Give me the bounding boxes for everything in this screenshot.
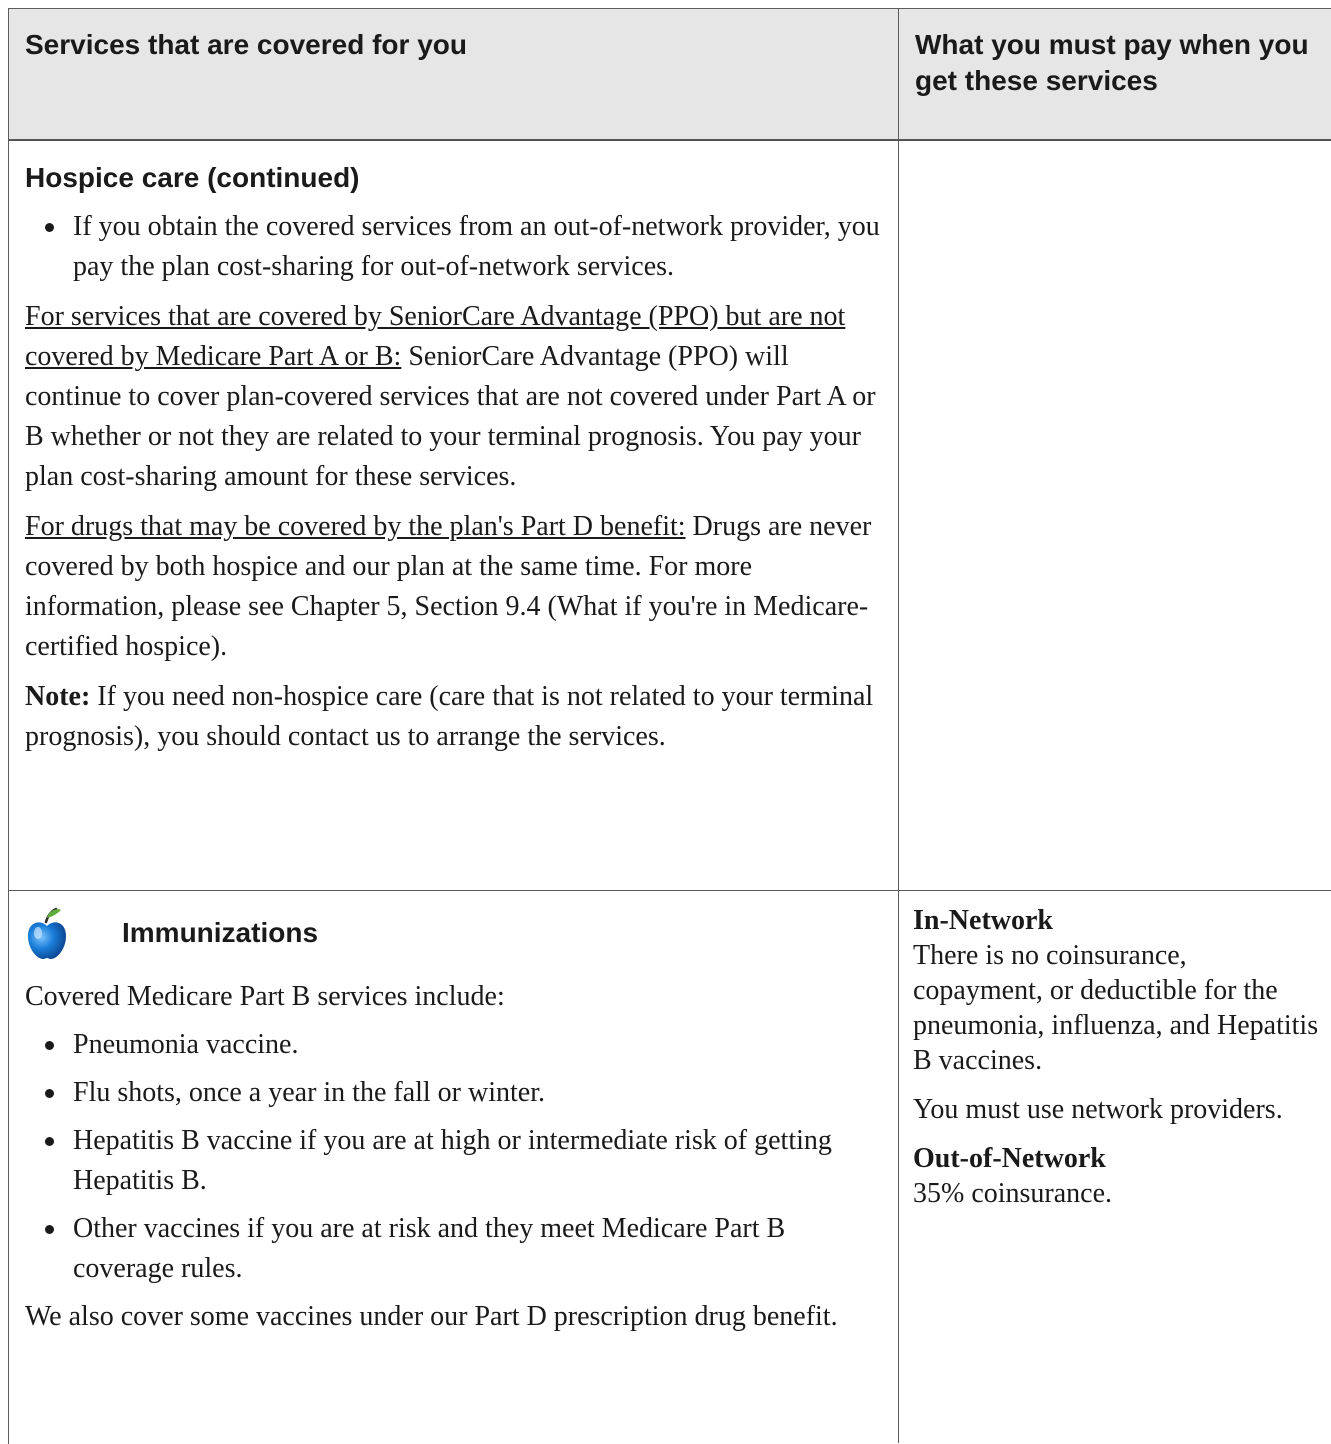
immunizations-services-cell: Immunizations Covered Medicare Part B se…	[9, 891, 899, 1443]
apple-icon	[28, 907, 66, 959]
bullet-dot	[45, 1225, 54, 1234]
hospice-payment-cell	[899, 141, 1331, 890]
hospice-bullet-text: If you obtain the covered services from …	[73, 211, 880, 282]
immunizations-payment-cell: In-Network There is no coinsurance, copa…	[899, 891, 1331, 1443]
list-item: If you obtain the covered services from …	[25, 207, 882, 287]
immunizations-title: Immunizations	[122, 917, 319, 948]
immunizations-bullet-text: Flu shots, once a year in the fall or wi…	[73, 1077, 545, 1108]
hospice-paragraph-part-d-heading: For drugs that may be covered by the pla…	[25, 511, 686, 542]
note-label: Note:	[25, 681, 91, 712]
list-item: Other vaccines if you are at risk and th…	[25, 1209, 882, 1289]
immunizations-bullet-text: Pneumonia vaccine.	[73, 1029, 299, 1060]
hospice-paragraph-part-d: For drugs that may be covered by the pla…	[25, 507, 882, 667]
bullet-dot	[45, 1089, 54, 1098]
header-payment-label: What you must pay when you get these ser…	[915, 29, 1309, 96]
header-services-label: Services that are covered for you	[25, 29, 467, 60]
in-network-text: There is no coinsurance, copayment, or d…	[913, 940, 1319, 1076]
immunizations-bullet-text: Other vaccines if you are at risk and th…	[73, 1213, 786, 1284]
list-item: Pneumonia vaccine.	[25, 1025, 882, 1065]
benefits-table: Services that are covered for you What y…	[8, 8, 1331, 1444]
header-cell-services: Services that are covered for you	[9, 9, 899, 139]
immunizations-bullet-text: Hepatitis B vaccine if you are at high o…	[73, 1125, 832, 1196]
note-text: If you need non-hospice care (care that …	[25, 681, 874, 752]
table-row-immunizations: Immunizations Covered Medicare Part B se…	[9, 891, 1331, 1443]
list-item: Flu shots, once a year in the fall or wi…	[25, 1073, 882, 1113]
table-header-row: Services that are covered for you What y…	[9, 9, 1331, 141]
in-network-note: You must use network providers.	[913, 1094, 1283, 1125]
hospice-paragraph-non-medicare: For services that are covered by SeniorC…	[25, 297, 882, 497]
bullet-dot	[45, 1137, 54, 1146]
table-row-hospice: Hospice care (continued) If you obtain t…	[9, 141, 1331, 891]
hospice-title: Hospice care (continued)	[25, 162, 360, 193]
hospice-note: Note: If you need non-hospice care (care…	[25, 677, 882, 757]
header-cell-payment: What you must pay when you get these ser…	[899, 9, 1331, 139]
in-network-label: In-Network	[913, 905, 1053, 936]
bullet-dot	[45, 1041, 54, 1050]
immunizations-intro: Covered Medicare Part B services include…	[25, 981, 505, 1012]
immunizations-heading: Immunizations	[25, 901, 882, 965]
out-of-network-text: 35% coinsurance.	[913, 1178, 1113, 1209]
bullet-dot	[45, 223, 54, 232]
list-item: Hepatitis B vaccine if you are at high o…	[25, 1121, 882, 1201]
out-of-network-label: Out-of-Network	[913, 1143, 1106, 1174]
immunizations-closing: We also cover some vaccines under our Pa…	[25, 1301, 838, 1332]
hospice-services-cell: Hospice care (continued) If you obtain t…	[9, 141, 899, 890]
